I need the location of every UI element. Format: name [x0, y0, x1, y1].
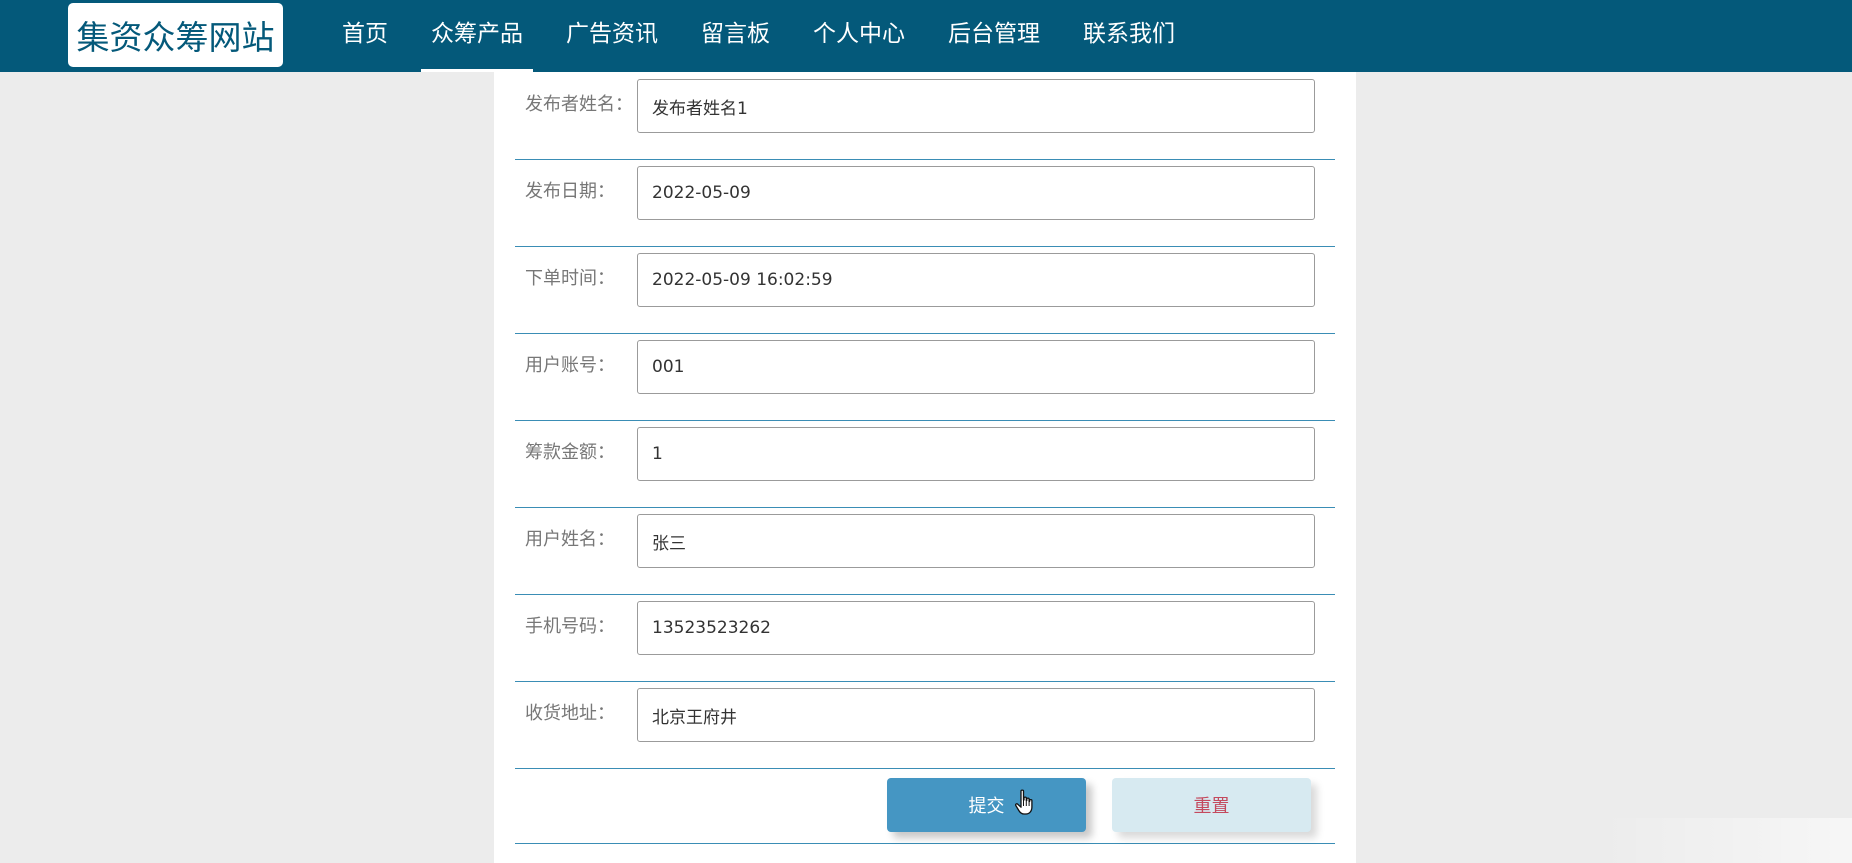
phone-input[interactable]: [637, 601, 1315, 655]
publisher-name-label: 发布者姓名：: [525, 94, 633, 115]
nav-item-admin[interactable]: 后台管理: [938, 0, 1050, 72]
form-row-address: 收货地址：: [515, 681, 1335, 769]
nav-item-message-board[interactable]: 留言板: [691, 0, 780, 72]
form-row-user-name: 用户姓名：: [515, 507, 1335, 595]
user-account-label: 用户账号：: [525, 355, 615, 376]
order-form-panel: 发布者姓名： 发布日期： 下单时间： 用户账号： 筹款金额： 用户姓名： 手机号…: [494, 72, 1356, 863]
hand-pointer-icon: [1015, 789, 1033, 815]
user-name-input[interactable]: [637, 514, 1315, 568]
nav-item-products[interactable]: 众筹产品: [421, 0, 533, 72]
site-logo[interactable]: 集资众筹网站: [68, 3, 283, 67]
submit-button[interactable]: 提交: [887, 778, 1086, 832]
user-name-label: 用户姓名：: [525, 529, 615, 550]
top-navbar: 集资众筹网站 首页 众筹产品 广告资讯 留言板 个人中心 后台管理 联系我们: [0, 0, 1852, 72]
main-nav: 首页 众筹产品 广告资讯 留言板 个人中心 后台管理 联系我们: [332, 0, 1208, 72]
nav-item-contact[interactable]: 联系我们: [1073, 0, 1185, 72]
amount-input[interactable]: [637, 427, 1315, 481]
order-time-label: 下单时间：: [525, 268, 615, 289]
form-row-publish-date: 发布日期：: [515, 159, 1335, 247]
form-row-publisher-name: 发布者姓名：: [515, 72, 1335, 160]
publish-date-label: 发布日期：: [525, 181, 615, 202]
button-row-divider: [515, 843, 1335, 844]
address-input[interactable]: [637, 688, 1315, 742]
nav-item-home[interactable]: 首页: [332, 0, 398, 72]
order-time-input[interactable]: [637, 253, 1315, 307]
publisher-name-input[interactable]: [637, 79, 1315, 133]
reset-button[interactable]: 重置: [1112, 778, 1311, 832]
address-label: 收货地址：: [525, 703, 615, 724]
form-row-user-account: 用户账号：: [515, 333, 1335, 421]
form-row-order-time: 下单时间：: [515, 246, 1335, 334]
user-account-input[interactable]: [637, 340, 1315, 394]
corner-highlight: [1600, 818, 1852, 863]
form-row-phone: 手机号码：: [515, 594, 1335, 682]
form-row-amount: 筹款金额：: [515, 420, 1335, 508]
publish-date-input[interactable]: [637, 166, 1315, 220]
amount-label: 筹款金额：: [525, 442, 615, 463]
nav-item-news[interactable]: 广告资讯: [556, 0, 668, 72]
nav-item-user-center[interactable]: 个人中心: [803, 0, 915, 72]
phone-label: 手机号码：: [525, 616, 615, 637]
